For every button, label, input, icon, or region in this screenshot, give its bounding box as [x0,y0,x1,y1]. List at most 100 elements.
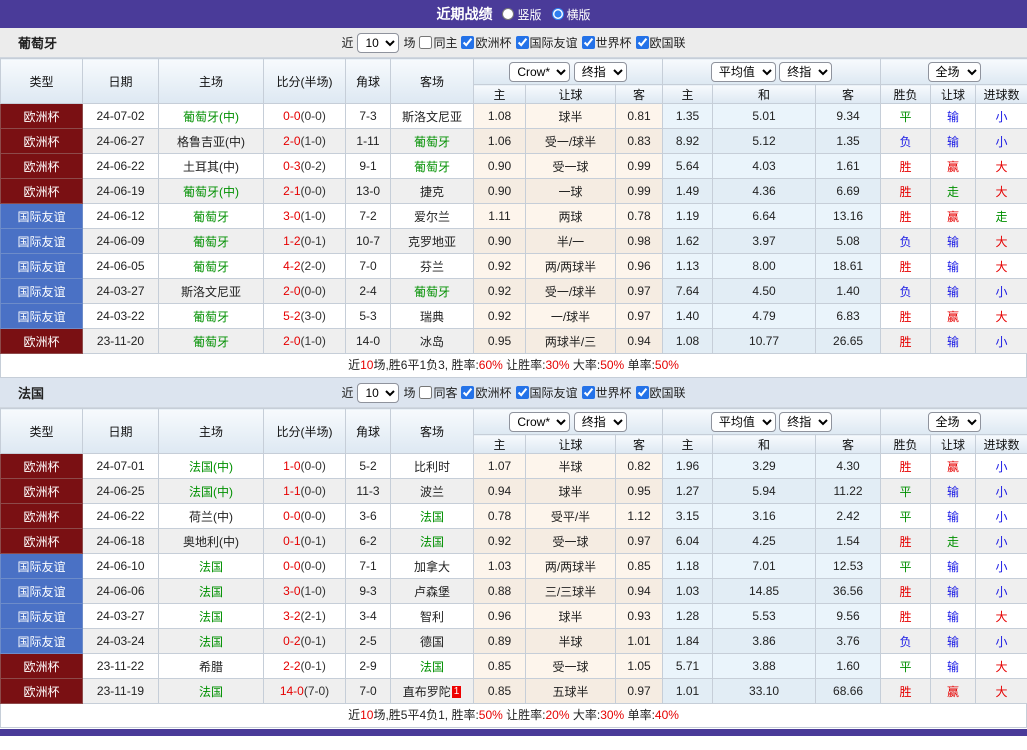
match-count-select[interactable]: 10 [357,33,399,53]
away-team-name: 克罗地亚 [408,235,456,249]
match-count-select[interactable]: 10 [357,383,399,403]
handicap-line: 球半 [526,104,616,129]
handicap-home-odds: 0.96 [474,604,526,629]
checkbox-icon[interactable] [636,386,649,399]
fulltime-score: 4-2 [283,259,300,273]
avg-draw-odds: 5.94 [713,479,816,504]
bookmaker-select[interactable]: Crow* [509,412,570,432]
same-away-checkbox-icon[interactable] [419,386,432,399]
fulltime-score: 1-1 [283,484,300,498]
final-index-select[interactable]: 终指 [574,62,627,82]
handicap-line: 受平/半 [526,504,616,529]
handicap-line: 一/球半 [526,304,616,329]
final-index-select[interactable]: 终指 [574,412,627,432]
competition-checkbox-euro[interactable]: 欧洲杯 [461,34,511,51]
away-team: 比利时 [391,454,474,479]
match-score[interactable]: 1-2(0-1) [264,229,346,254]
home-team-name: 法国 [199,635,223,649]
away-team-name: 捷克 [420,185,444,199]
final-index-select[interactable]: 终指 [779,62,832,82]
result-goals: 小 [976,579,1027,604]
match-score[interactable]: 2-0(0-0) [264,279,346,304]
competition-checkbox-friendly[interactable]: 国际友谊 [516,34,578,51]
match-score[interactable]: 2-0(1-0) [264,129,346,154]
avg-away-odds: 36.56 [816,579,881,604]
same-away-checkbox[interactable]: 同客 [419,384,457,401]
corner-score: 3-4 [346,604,391,629]
result-win-draw-loss: 胜 [881,329,931,354]
layout-radio-horizontal[interactable]: 横版 [552,6,591,23]
avg-home-odds: 1.01 [663,679,713,704]
competition-checkbox-nationsleague[interactable]: 欧国联 [636,34,686,51]
corner-score: 7-3 [346,104,391,129]
average-select[interactable]: 平均值 [711,62,776,82]
scope-select[interactable]: 全场 [928,412,981,432]
table-row: 国际友谊24-06-05葡萄牙4-2(2-0)7-0芬兰0.92两/两球半0.9… [1,254,1027,279]
handicap-away-odds: 0.93 [616,604,663,629]
match-score[interactable]: 0-0(0-0) [264,554,346,579]
home-team: 葡萄牙(中) [159,104,264,129]
home-team: 法国(中) [159,454,264,479]
summary-text: 让胜率: [503,358,546,372]
match-score[interactable]: 0-1(0-1) [264,529,346,554]
vertical-radio-icon[interactable] [502,8,514,20]
match-score[interactable]: 14-0(7-0) [264,679,346,704]
same-home-checkbox-icon[interactable] [419,36,432,49]
handicap-away-odds: 0.85 [616,554,663,579]
home-team-name: 葡萄牙(中) [183,185,239,199]
match-score[interactable]: 1-1(0-0) [264,479,346,504]
final-index-select[interactable]: 终指 [779,412,832,432]
halftime-score: (7-0) [304,684,329,698]
fulltime-score: 0-0 [283,109,300,123]
away-team: 瑞典 [391,304,474,329]
match-score[interactable]: 0-2(0-1) [264,629,346,654]
match-score[interactable]: 3-0(1-0) [264,579,346,604]
handicap-away-odds: 0.99 [616,179,663,204]
match-score[interactable]: 2-2(0-1) [264,654,346,679]
checkbox-icon[interactable] [516,36,529,49]
match-score[interactable]: 3-0(1-0) [264,204,346,229]
average-select[interactable]: 平均值 [711,412,776,432]
avg-away-odds: 3.76 [816,629,881,654]
match-date: 24-06-22 [83,504,159,529]
away-team: 葡萄牙 [391,154,474,179]
checkbox-icon[interactable] [461,386,474,399]
match-score[interactable]: 0-0(0-0) [264,504,346,529]
layout-radio-vertical[interactable]: 竖版 [502,6,541,23]
competition-checkbox-nationsleague[interactable]: 欧国联 [636,384,686,401]
competition-checkbox-worldcup[interactable]: 世界杯 [582,384,632,401]
match-score[interactable]: 0-0(0-0) [264,104,346,129]
match-score[interactable]: 3-2(2-1) [264,604,346,629]
checkbox-icon[interactable] [636,36,649,49]
avg-draw-odds: 3.29 [713,454,816,479]
competition-badge: 欧洲杯 [1,454,83,479]
horizontal-radio-icon[interactable] [552,8,564,20]
match-score[interactable]: 4-2(2-0) [264,254,346,279]
handicap-line: 一球 [526,179,616,204]
competition-checkbox-worldcup[interactable]: 世界杯 [582,34,632,51]
away-team: 法国 [391,654,474,679]
match-score[interactable]: 1-0(0-0) [264,454,346,479]
same-home-checkbox[interactable]: 同主 [419,34,457,51]
checkbox-icon[interactable] [582,36,595,49]
competition-checkbox-euro[interactable]: 欧洲杯 [461,384,511,401]
bookmaker-select[interactable]: Crow* [509,62,570,82]
avg-away-odds: 2.42 [816,504,881,529]
avg-draw-odds: 5.12 [713,129,816,154]
fulltime-score: 2-2 [283,659,300,673]
match-score[interactable]: 2-0(1-0) [264,329,346,354]
match-score[interactable]: 2-1(0-0) [264,179,346,204]
sub-header-home-odds: 主 [474,435,526,454]
match-score[interactable]: 5-2(3-0) [264,304,346,329]
table-row: 欧洲杯23-11-20葡萄牙2-0(1-0)14-0冰岛0.95两球半/三0.9… [1,329,1027,354]
competition-checkbox-friendly[interactable]: 国际友谊 [516,384,578,401]
away-team-name: 瑞典 [420,310,444,324]
average-controls: 平均值 终指 [663,59,881,85]
match-score[interactable]: 0-3(0-2) [264,154,346,179]
scope-select[interactable]: 全场 [928,62,981,82]
result-goals: 大 [976,229,1027,254]
checkbox-icon[interactable] [582,386,595,399]
result-goals: 小 [976,454,1027,479]
checkbox-icon[interactable] [516,386,529,399]
checkbox-icon[interactable] [461,36,474,49]
